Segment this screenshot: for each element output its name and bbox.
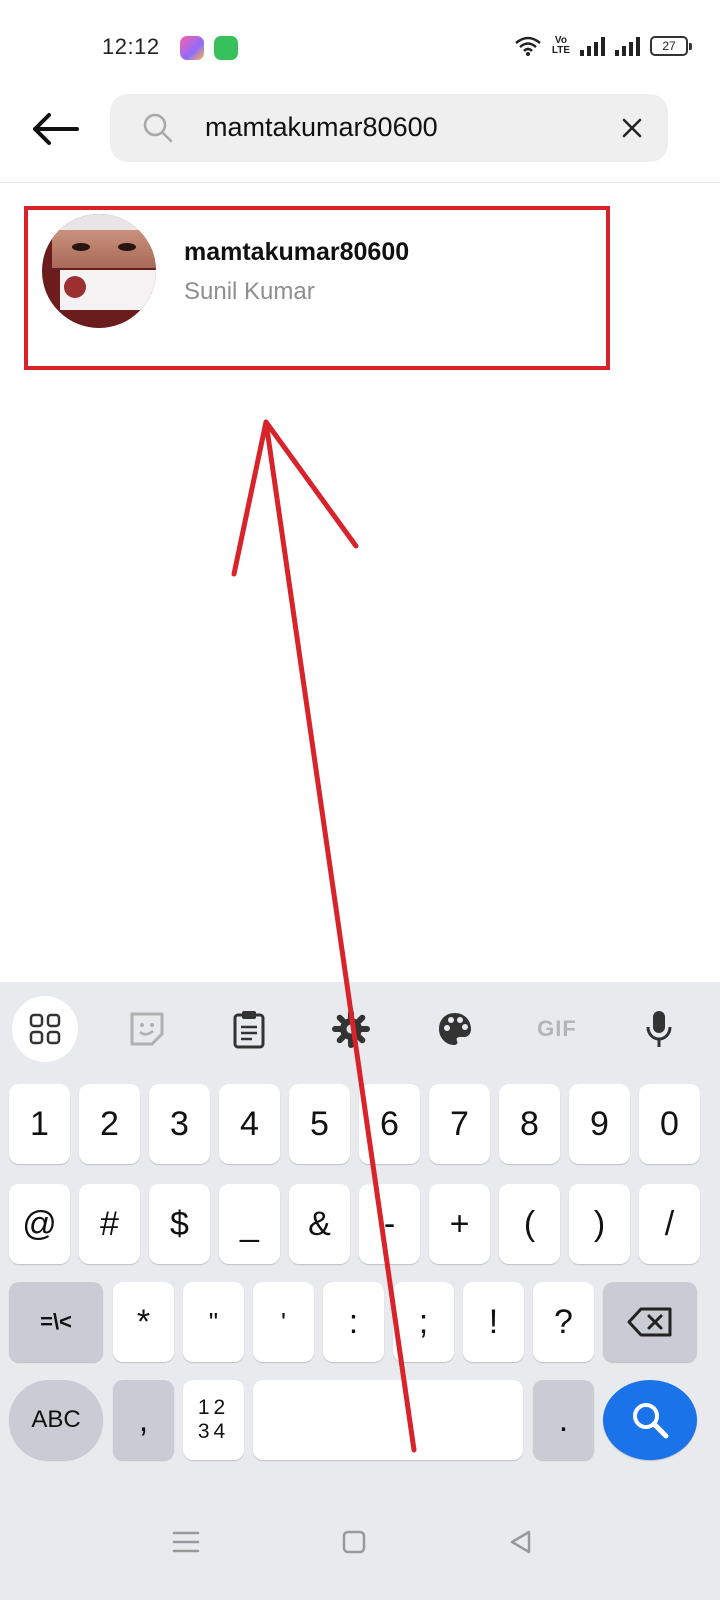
key-single-quote[interactable]: ' [253, 1282, 314, 1362]
status-time: 12:12 [102, 34, 160, 59]
gif-label: GIF [537, 1016, 577, 1041]
key-close-paren[interactable]: ) [569, 1184, 630, 1264]
search-icon [633, 1403, 669, 1439]
space-key[interactable] [253, 1380, 523, 1460]
key-at[interactable]: @ [9, 1184, 70, 1264]
gif-button[interactable]: GIF [524, 996, 590, 1062]
key-period[interactable]: . [533, 1380, 594, 1460]
search-input[interactable]: mamtakumar80600 [110, 94, 668, 162]
key-ampersand[interactable]: & [289, 1184, 350, 1264]
key-semicolon[interactable]: ; [393, 1282, 454, 1362]
key-minus[interactable]: - [359, 1184, 420, 1264]
back-triangle-icon [510, 1530, 531, 1554]
microphone-icon [646, 1011, 672, 1047]
apps-grid-icon [29, 1013, 61, 1045]
avatar-eye-right [118, 243, 136, 251]
key-8[interactable]: 8 [499, 1084, 560, 1164]
voice-input-button[interactable] [626, 996, 692, 1062]
key-6[interactable]: 6 [359, 1084, 420, 1164]
backspace-icon [627, 1307, 672, 1337]
header-divider [0, 182, 720, 183]
battery-icon: 27 [650, 36, 692, 56]
theme-button[interactable] [422, 996, 488, 1062]
numpad-key-top: 12 [197, 1396, 230, 1419]
store-notification-icon [214, 36, 238, 60]
abc-key[interactable]: ABC [9, 1380, 103, 1460]
app-notification-icon [180, 36, 204, 60]
back-nav-button[interactable] [497, 1518, 545, 1566]
home-button[interactable] [330, 1518, 378, 1566]
avatar-mini-photo [64, 276, 86, 298]
key-open-paren[interactable]: ( [499, 1184, 560, 1264]
palette-icon [439, 1013, 471, 1045]
avatar-eye-left [72, 243, 90, 251]
key-slash[interactable]: / [639, 1184, 700, 1264]
numpad-key-bottom: 34 [197, 1420, 230, 1443]
key-plus[interactable]: + [429, 1184, 490, 1264]
numpad-key[interactable]: 12 34 [183, 1380, 244, 1460]
status-bar: 12:12 Vo LTE 27 [0, 0, 720, 96]
key-5[interactable]: 5 [289, 1084, 350, 1164]
signal-icon [580, 36, 605, 56]
recents-button[interactable] [162, 1518, 210, 1566]
menu-icon [172, 1531, 200, 1553]
key-asterisk[interactable]: * [113, 1282, 174, 1362]
navigation-bar [0, 1490, 720, 1600]
result-full-name: Sunil Kumar [184, 278, 315, 305]
backspace-key[interactable] [603, 1282, 697, 1362]
result-username[interactable]: mamtakumar80600 [184, 238, 409, 267]
search-query-text[interactable]: mamtakumar80600 [205, 112, 438, 143]
key-9[interactable]: 9 [569, 1084, 630, 1164]
avatar-header-strip [42, 214, 156, 230]
volte-label: Vo LTE [551, 35, 570, 56]
key-colon[interactable]: : [323, 1282, 384, 1362]
clear-search-button[interactable] [616, 112, 648, 144]
key-4[interactable]: 4 [219, 1084, 280, 1164]
status-indicators: Vo LTE 27 [514, 35, 692, 56]
sticker-icon [130, 1012, 164, 1046]
settings-button[interactable] [318, 996, 384, 1062]
key-exclamation[interactable]: ! [463, 1282, 524, 1362]
search-key[interactable] [603, 1380, 697, 1460]
search-result-row[interactable]: mamtakumar80600 Sunil Kumar [24, 206, 610, 370]
key-7[interactable]: 7 [429, 1084, 490, 1164]
key-double-quote[interactable]: " [183, 1282, 244, 1362]
key-0[interactable]: 0 [639, 1084, 700, 1164]
settings-gear-icon [332, 1010, 370, 1048]
search-icon [143, 113, 173, 143]
clipboard-button[interactable] [216, 996, 282, 1062]
home-square-icon [342, 1530, 366, 1554]
wifi-icon [515, 36, 541, 56]
key-question[interactable]: ? [533, 1282, 594, 1362]
key-comma[interactable]: , [113, 1380, 174, 1460]
avatar-photo [52, 230, 156, 268]
key-dollar[interactable]: $ [149, 1184, 210, 1264]
close-icon [622, 118, 642, 138]
apps-grid-button[interactable] [12, 996, 78, 1062]
back-arrow-icon [33, 113, 79, 145]
sticker-button[interactable] [114, 996, 180, 1062]
avatar[interactable] [42, 214, 156, 328]
key-hash[interactable]: # [79, 1184, 140, 1264]
key-1[interactable]: 1 [9, 1084, 70, 1164]
back-button[interactable] [26, 104, 84, 154]
key-underscore[interactable]: _ [219, 1184, 280, 1264]
signal-icon-2 [615, 36, 640, 56]
key-more-symbols[interactable]: =\< [9, 1282, 103, 1362]
key-3[interactable]: 3 [149, 1084, 210, 1164]
key-2[interactable]: 2 [79, 1084, 140, 1164]
avatar-profile-card [60, 270, 156, 310]
clipboard-icon [233, 1011, 265, 1049]
